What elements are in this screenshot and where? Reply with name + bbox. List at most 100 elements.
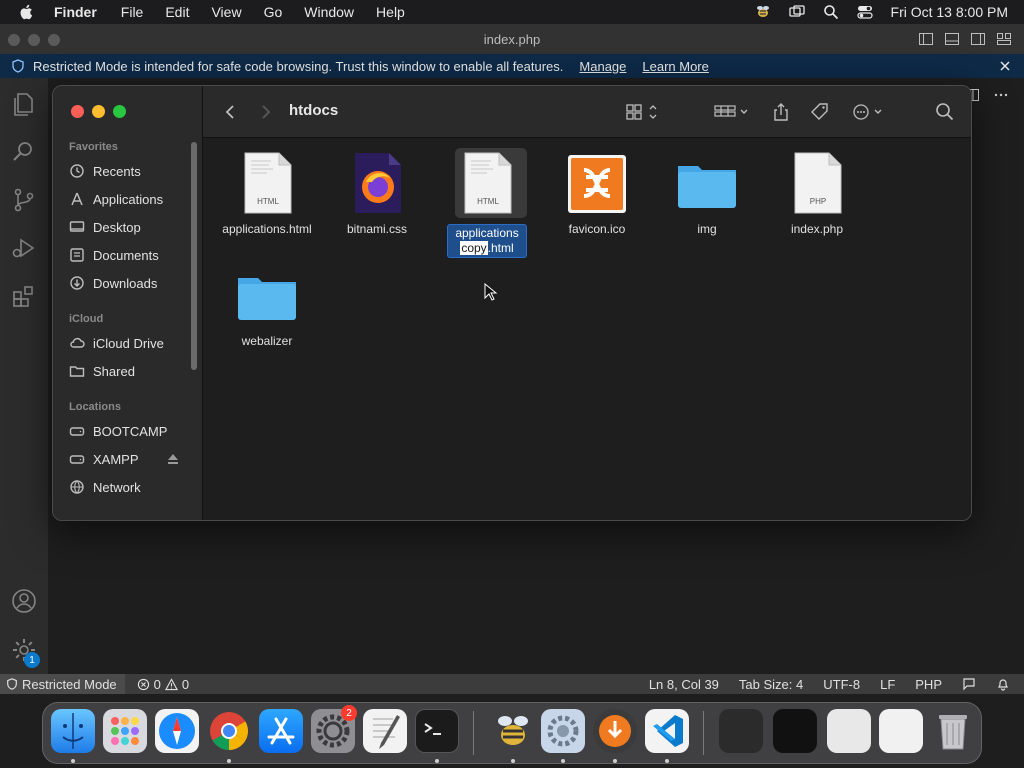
sidebar-item-desktop[interactable]: Desktop <box>69 215 197 239</box>
launchpad-dock-icon[interactable] <box>103 709 147 753</box>
vscode-dock-icon[interactable] <box>645 709 689 753</box>
sidebar-item-downloads[interactable]: Downloads <box>69 271 197 295</box>
preferences-gear-dock-icon[interactable] <box>541 709 585 753</box>
sidebar-item-label: Recents <box>93 163 141 179</box>
download-manager-dock-icon[interactable] <box>593 709 637 753</box>
sidebar-item-label: Downloads <box>93 275 158 291</box>
cursor-position[interactable]: Ln 8, Col 39 <box>649 677 719 692</box>
app-store-dock-icon[interactable] <box>259 709 303 753</box>
problems-indicator[interactable]: 0 0 <box>137 677 189 692</box>
grid-view-icon[interactable] <box>625 102 661 122</box>
feedback-icon[interactable] <box>962 677 976 691</box>
search-icon[interactable] <box>935 102 955 122</box>
control-center-icon[interactable] <box>856 4 873 20</box>
account-icon[interactable] <box>10 587 38 615</box>
file-item-applications-html[interactable]: HTML applications.html <box>217 152 317 237</box>
share-icon[interactable] <box>771 102 791 122</box>
screen-mirror-icon[interactable] <box>788 4 805 20</box>
sidebar-item-applications[interactable]: Applications <box>69 187 197 211</box>
window-thumbnail-dark[interactable] <box>773 709 817 753</box>
back-chevron-icon[interactable] <box>223 102 237 122</box>
macos-menu-bar: Finder File Edit View Go Window Help Fri… <box>0 0 1024 24</box>
bee-icon[interactable] <box>755 4 771 20</box>
sidebar-item-shared[interactable]: Shared <box>69 359 197 383</box>
file-item-applications-copy-html[interactable]: HTML applications copy.html <box>437 148 537 258</box>
restricted-mode-indicator[interactable]: Restricted Mode <box>0 674 125 694</box>
group-by-icon[interactable] <box>713 102 751 122</box>
rename-field[interactable]: applications copy.html <box>447 224 527 258</box>
more-actions-icon[interactable] <box>851 102 887 122</box>
file-item-img-folder[interactable]: img <box>657 152 757 237</box>
search-icon[interactable] <box>10 138 38 166</box>
folder-icon <box>678 152 736 214</box>
vscode-close-button[interactable] <box>8 34 20 46</box>
menu-edit[interactable]: Edit <box>165 4 189 20</box>
sidebar-item-xampp[interactable]: XAMPP <box>69 447 197 471</box>
sidebar-scrollbar[interactable] <box>191 142 197 370</box>
sidebar-item-bootcamp[interactable]: BOOTCAMP <box>69 419 197 443</box>
more-actions-icon[interactable] <box>994 88 1008 102</box>
cyberduck-bee-dock-icon[interactable] <box>491 709 535 753</box>
tag-icon[interactable] <box>809 102 831 122</box>
sidebar-item-network[interactable]: Network <box>69 475 197 499</box>
finder-file-grid[interactable]: HTML applications.html bitnami.css HTML … <box>203 138 971 520</box>
cloud-icon <box>70 337 85 348</box>
toggle-panel-icon[interactable] <box>944 31 960 47</box>
manage-link[interactable]: Manage <box>579 59 626 74</box>
eject-icon[interactable] <box>165 451 181 467</box>
file-item-favicon-ico[interactable]: favicon.ico <box>547 152 647 237</box>
menu-file[interactable]: File <box>121 4 144 20</box>
encoding[interactable]: UTF-8 <box>823 677 860 692</box>
extensions-icon[interactable] <box>10 282 38 310</box>
tab-size[interactable]: Tab Size: 4 <box>739 677 803 692</box>
vscode-zoom-button[interactable] <box>48 34 60 46</box>
sidebar-item-recents[interactable]: Recents <box>69 159 197 183</box>
finder-window: Favorites Recents Applications Desktop D… <box>52 85 972 521</box>
restricted-mode-label: Restricted Mode <box>22 676 117 692</box>
system-settings-dock-icon[interactable]: 2 <box>311 705 357 753</box>
language-mode[interactable]: PHP <box>915 677 942 692</box>
menu-clock[interactable]: Fri Oct 13 8:00 PM <box>891 4 1008 20</box>
safari-dock-icon[interactable] <box>155 709 199 753</box>
finder-window-controls <box>71 105 126 118</box>
forward-chevron-icon[interactable] <box>259 102 273 122</box>
menu-window[interactable]: Window <box>304 4 354 20</box>
chrome-dock-icon[interactable] <box>207 709 251 753</box>
menu-help[interactable]: Help <box>376 4 405 20</box>
terminal-dock-icon[interactable] <box>415 709 459 753</box>
sidebar-item-documents[interactable]: Documents <box>69 243 197 267</box>
window-thumbnail-terminal[interactable] <box>719 709 763 753</box>
firefox-css-file-icon <box>348 152 406 214</box>
menu-view[interactable]: View <box>211 4 241 20</box>
vscode-minimize-button[interactable] <box>28 34 40 46</box>
toggle-secondary-sidebar-icon[interactable] <box>970 31 986 47</box>
trash-dock-icon[interactable] <box>931 709 975 753</box>
search-icon[interactable] <box>823 4 839 20</box>
explorer-icon[interactable] <box>10 90 38 118</box>
finder-dock-icon[interactable] <box>51 709 95 753</box>
source-control-icon[interactable] <box>10 186 38 214</box>
error-count: 0 <box>153 676 161 692</box>
end-of-line[interactable]: LF <box>880 677 895 692</box>
status-bar: Restricted Mode 0 0 Ln 8, Col 39 Tab Siz… <box>0 674 1024 694</box>
file-item-bitnami-css[interactable]: bitnami.css <box>327 152 427 237</box>
learn-more-link[interactable]: Learn More <box>642 59 708 74</box>
textedit-dock-icon[interactable] <box>363 709 407 753</box>
apple-logo-icon[interactable] <box>18 3 36 21</box>
toggle-primary-sidebar-icon[interactable] <box>918 31 934 47</box>
customize-layout-icon[interactable] <box>996 31 1012 47</box>
run-debug-icon[interactable] <box>10 234 38 262</box>
file-item-index-php[interactable]: PHP index.php <box>767 152 867 237</box>
sidebar-item-icloud-drive[interactable]: iCloud Drive <box>69 331 197 355</box>
close-icon[interactable] <box>998 59 1012 73</box>
bell-icon[interactable] <box>996 677 1010 691</box>
file-item-webalizer-folder[interactable]: webalizer <box>217 264 317 349</box>
finder-minimize-button[interactable] <box>92 105 105 118</box>
window-thumbnail-finder[interactable] <box>827 709 871 753</box>
window-thumbnail-xampp[interactable] <box>879 709 923 753</box>
menu-go[interactable]: Go <box>264 4 283 20</box>
finder-close-button[interactable] <box>71 105 84 118</box>
menu-app-finder[interactable]: Finder <box>54 4 97 20</box>
running-indicator <box>613 759 617 763</box>
finder-zoom-button[interactable] <box>113 105 126 118</box>
